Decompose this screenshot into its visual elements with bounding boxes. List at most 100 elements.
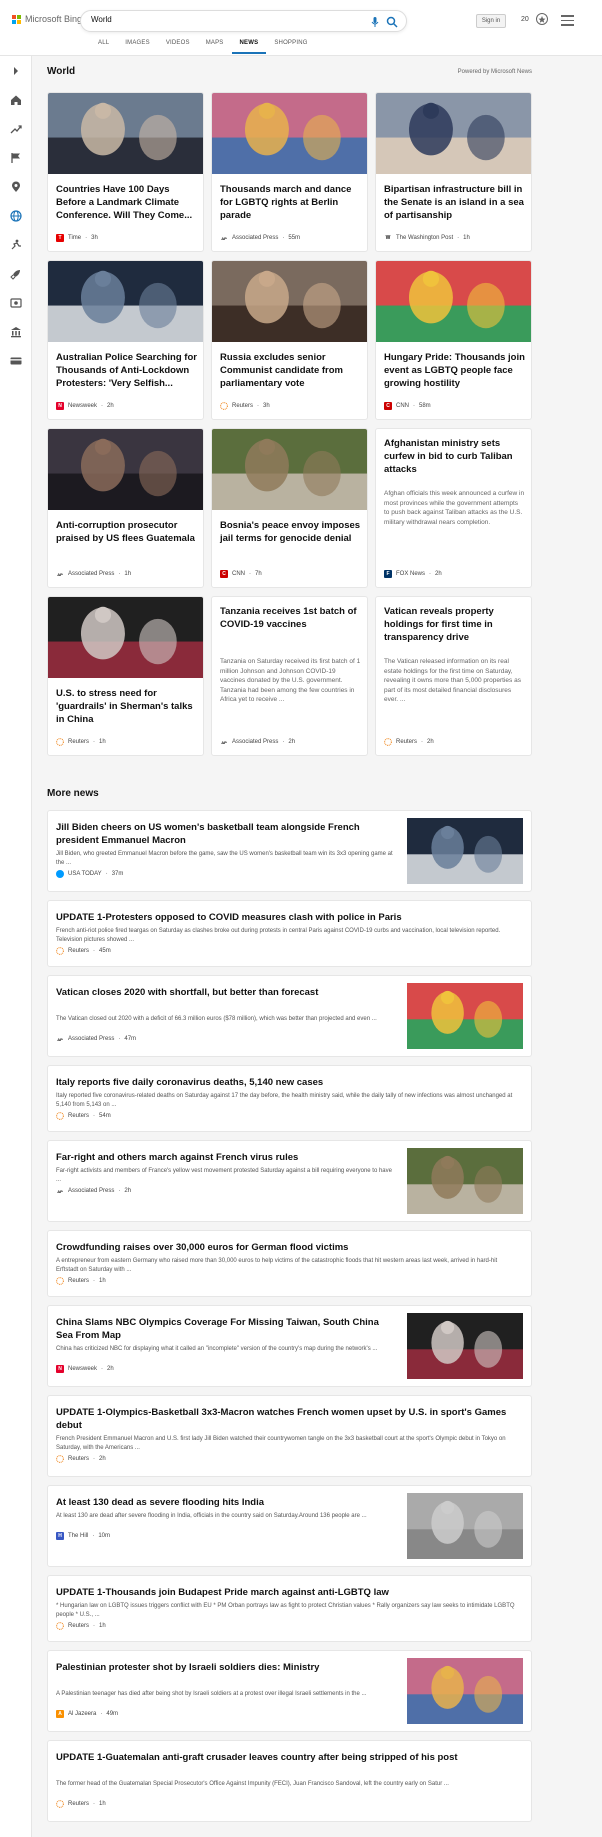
news-list-item[interactable]: At least 130 dead as severe flooding hit… — [47, 1485, 532, 1567]
tab-maps[interactable]: MAPS — [198, 40, 232, 54]
news-item-image[interactable] — [407, 1313, 523, 1379]
tab-news[interactable]: NEWS — [231, 40, 267, 54]
source-name[interactable]: Reuters — [232, 403, 253, 409]
search-box[interactable] — [80, 10, 407, 32]
news-card-image[interactable] — [48, 93, 203, 174]
news-card-title[interactable]: Countries Have 100 Days Before a Landmar… — [56, 183, 197, 222]
news-card-title[interactable]: Russia excludes senior Communist candida… — [220, 351, 361, 390]
news-card-image[interactable] — [376, 261, 531, 342]
news-card[interactable]: Bipartisan infrastructure bill in the Se… — [375, 92, 532, 252]
source-name[interactable]: Associated Press — [68, 571, 114, 577]
news-item-title[interactable]: UPDATE 1-Olympics-Basketball 3x3-Macron … — [56, 1406, 521, 1432]
news-item-title[interactable]: UPDATE 1-Thousands join Budapest Pride m… — [56, 1586, 521, 1599]
news-item-title[interactable]: UPDATE 1-Protesters opposed to COVID mea… — [56, 911, 521, 924]
news-card-title[interactable]: Australian Police Searching for Thousand… — [56, 351, 197, 390]
source-name[interactable]: Reuters — [396, 739, 417, 745]
news-card-image[interactable] — [376, 93, 531, 174]
source-name[interactable]: Reuters — [68, 1801, 89, 1807]
news-card-image[interactable] — [212, 93, 367, 174]
news-card-title[interactable]: U.S. to stress need for 'guardrails' in … — [56, 687, 197, 726]
news-card-image[interactable] — [48, 429, 203, 510]
source-name[interactable]: Reuters — [68, 1456, 89, 1462]
sports-icon[interactable] — [9, 238, 23, 252]
news-card-title[interactable]: Anti-corruption prosecutor praised by US… — [56, 519, 197, 545]
source-name[interactable]: Reuters — [68, 948, 89, 954]
news-item-image[interactable] — [407, 983, 523, 1049]
news-list-item[interactable]: UPDATE 1-Guatemalan anti-graft crusader … — [47, 1740, 532, 1822]
news-item-title[interactable]: Italy reports five daily coronavirus dea… — [56, 1076, 521, 1089]
tab-all[interactable]: ALL — [90, 40, 117, 54]
source-name[interactable]: USA TODAY — [68, 871, 102, 877]
source-name[interactable]: Reuters — [68, 1113, 89, 1119]
tab-videos[interactable]: VIDEOS — [158, 40, 198, 54]
politics-building-icon[interactable] — [9, 325, 23, 339]
expand-chevron-icon[interactable] — [9, 64, 23, 78]
news-card[interactable]: Anti-corruption prosecutor praised by US… — [47, 428, 204, 588]
news-card-image[interactable] — [48, 261, 203, 342]
flag-icon[interactable] — [9, 151, 23, 165]
source-name[interactable]: Associated Press — [232, 235, 278, 241]
globe-icon[interactable] — [9, 209, 23, 223]
news-card-title[interactable]: Bosnia's peace envoy imposes jail terms … — [220, 519, 361, 545]
news-card[interactable]: Vatican reveals property holdings for fi… — [375, 596, 532, 756]
source-name[interactable]: Associated Press — [232, 739, 278, 745]
hamburger-menu-icon[interactable] — [561, 15, 574, 26]
news-card[interactable]: Hungary Pride: Thousands join event as L… — [375, 260, 532, 420]
news-item-image[interactable] — [407, 1493, 523, 1559]
news-list-item[interactable]: Crowdfunding raises over 30,000 euros fo… — [47, 1230, 532, 1297]
news-list-item[interactable]: Jill Biden cheers on US women's basketba… — [47, 810, 532, 892]
home-icon[interactable] — [9, 93, 23, 107]
money-card-icon[interactable] — [9, 354, 23, 368]
source-name[interactable]: Reuters — [68, 1278, 89, 1284]
news-list-item[interactable]: Far-right and others march against Frenc… — [47, 1140, 532, 1222]
tab-images[interactable]: IMAGES — [117, 40, 158, 54]
news-card-title[interactable]: Vatican reveals property holdings for fi… — [384, 605, 525, 644]
news-item-title[interactable]: Jill Biden cheers on US women's basketba… — [56, 821, 396, 847]
news-list-item[interactable]: UPDATE 1-Thousands join Budapest Pride m… — [47, 1575, 532, 1642]
bing-logo[interactable]: Microsoft Bing — [12, 14, 82, 24]
source-name[interactable]: CNN — [396, 403, 409, 409]
rewards-medal-icon[interactable] — [535, 12, 549, 26]
news-card-image[interactable] — [48, 597, 203, 678]
search-input[interactable] — [91, 15, 341, 24]
news-card-title[interactable]: Bipartisan infrastructure bill in the Se… — [384, 183, 525, 222]
source-name[interactable]: Associated Press — [68, 1036, 114, 1042]
news-item-title[interactable]: UPDATE 1-Guatemalan anti-graft crusader … — [56, 1751, 521, 1764]
news-list-item[interactable]: Palestinian protester shot by Israeli so… — [47, 1650, 532, 1732]
news-card-title[interactable]: Hungary Pride: Thousands join event as L… — [384, 351, 525, 390]
news-item-title[interactable]: China Slams NBC Olympics Coverage For Mi… — [56, 1316, 396, 1342]
news-card[interactable]: Russia excludes senior Communist candida… — [211, 260, 368, 420]
search-icon[interactable] — [386, 16, 398, 28]
news-item-image[interactable] — [407, 818, 523, 884]
news-item-title[interactable]: Crowdfunding raises over 30,000 euros fo… — [56, 1241, 521, 1254]
source-name[interactable]: Newsweek — [68, 1366, 97, 1372]
news-list-item[interactable]: UPDATE 1-Protesters opposed to COVID mea… — [47, 900, 532, 967]
source-name[interactable]: Reuters — [68, 739, 89, 745]
source-name[interactable]: Newsweek — [68, 403, 97, 409]
source-name[interactable]: CNN — [232, 571, 245, 577]
news-item-image[interactable] — [407, 1148, 523, 1214]
source-name[interactable]: Al Jazeera — [68, 1711, 96, 1717]
news-card-image[interactable] — [212, 429, 367, 510]
news-list-item[interactable]: China Slams NBC Olympics Coverage For Mi… — [47, 1305, 532, 1387]
news-card[interactable]: Australian Police Searching for Thousand… — [47, 260, 204, 420]
news-card-title[interactable]: Tanzania receives 1st batch of COVID-19 … — [220, 605, 361, 631]
source-name[interactable]: FOX News — [396, 571, 425, 577]
news-card[interactable]: U.S. to stress need for 'guardrails' in … — [47, 596, 204, 756]
news-card[interactable]: Thousands march and dance for LGBTQ righ… — [211, 92, 368, 252]
rewards-points[interactable]: 20 — [521, 16, 529, 23]
news-list-item[interactable]: Vatican closes 2020 with shortfall, but … — [47, 975, 532, 1057]
source-name[interactable]: The Washington Post — [396, 235, 453, 241]
news-item-title[interactable]: At least 130 dead as severe flooding hit… — [56, 1496, 396, 1509]
news-list-item[interactable]: Italy reports five daily coronavirus dea… — [47, 1065, 532, 1132]
rocket-icon[interactable] — [9, 267, 23, 281]
news-item-title[interactable]: Far-right and others march against Frenc… — [56, 1151, 396, 1164]
news-card[interactable]: Afghanistan ministry sets curfew in bid … — [375, 428, 532, 588]
news-card[interactable]: Tanzania receives 1st batch of COVID-19 … — [211, 596, 368, 756]
location-pin-icon[interactable] — [9, 180, 23, 194]
source-name[interactable]: Associated Press — [68, 1188, 114, 1194]
news-card[interactable]: Countries Have 100 Days Before a Landmar… — [47, 92, 204, 252]
microphone-icon[interactable] — [369, 16, 381, 28]
sign-in-button[interactable]: Sign in — [476, 14, 506, 28]
news-item-title[interactable]: Vatican closes 2020 with shortfall, but … — [56, 986, 396, 999]
